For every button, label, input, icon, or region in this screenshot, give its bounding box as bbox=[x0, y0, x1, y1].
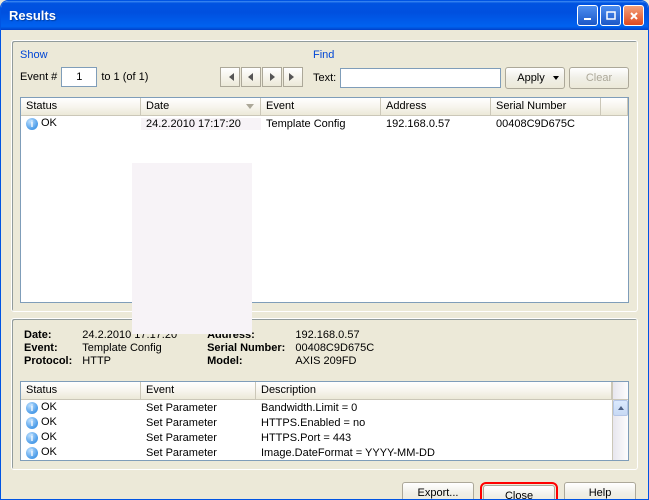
client-area: Show Event # to 1 (of 1) Fi bbox=[1, 30, 648, 500]
dcol-status[interactable]: Status bbox=[21, 382, 141, 399]
export-button[interactable]: Export... bbox=[402, 482, 474, 500]
titlebar: Results bbox=[1, 1, 648, 30]
find-group: Find Text: Apply Clear bbox=[313, 49, 629, 89]
maximize-button[interactable] bbox=[600, 5, 621, 26]
close-highlight: Close bbox=[480, 482, 558, 500]
minimize-button[interactable] bbox=[577, 5, 598, 26]
table-row[interactable]: iOKSet ParameterHTTPS.Enabled = no bbox=[21, 415, 612, 430]
find-text-label: Text: bbox=[313, 72, 336, 84]
scrollbar-head bbox=[612, 382, 628, 399]
table-row[interactable]: iOKSet ParameterHTTPS.Port = 443 bbox=[21, 430, 612, 445]
show-label: Show bbox=[20, 49, 303, 61]
scrollbar[interactable] bbox=[612, 400, 628, 460]
table-row[interactable]: iOKSet ParameterBandwidth.Limit = 0 bbox=[21, 400, 612, 415]
detail-col-1: Date:24.2.2010 17:17:20 Event:Template C… bbox=[24, 329, 177, 367]
detail-panel: Date:24.2.2010 17:17:20 Event:Template C… bbox=[11, 318, 638, 470]
detail-col-2: Address:192.168.0.57 Serial Number:00408… bbox=[207, 329, 374, 367]
prev-button[interactable] bbox=[241, 67, 261, 87]
col-address[interactable]: Address bbox=[381, 98, 491, 115]
info-icon: i bbox=[26, 432, 38, 444]
help-button[interactable]: Help bbox=[564, 482, 636, 500]
event-total-label: to 1 (of 1) bbox=[101, 71, 148, 83]
event-number-input[interactable] bbox=[61, 67, 97, 87]
col-serial[interactable]: Serial Number bbox=[491, 98, 601, 115]
show-group: Show Event # to 1 (of 1) bbox=[20, 49, 303, 89]
next-button[interactable] bbox=[262, 67, 282, 87]
table-row[interactable]: iOK 24.2.2010 17:17:20 Template Config 1… bbox=[21, 116, 628, 131]
close-button[interactable]: Close bbox=[483, 485, 555, 500]
window-title: Results bbox=[9, 8, 575, 23]
find-text-input[interactable] bbox=[340, 68, 501, 88]
event-number-label: Event # bbox=[20, 71, 57, 83]
detail-table: Status Event Description iOKSet Paramete… bbox=[20, 381, 629, 461]
clear-button[interactable]: Clear bbox=[569, 67, 629, 89]
first-button[interactable] bbox=[220, 67, 240, 87]
col-status[interactable]: Status bbox=[21, 98, 141, 115]
info-icon: i bbox=[26, 447, 38, 459]
col-date[interactable]: Date bbox=[141, 98, 261, 115]
dcol-event[interactable]: Event bbox=[141, 382, 256, 399]
table-row[interactable]: iOKSet ParameterImage.DateFormat = YYYY-… bbox=[21, 445, 612, 460]
info-icon: i bbox=[26, 402, 38, 414]
results-table: Status Date Event Address Serial Number … bbox=[20, 97, 629, 303]
apply-button[interactable]: Apply bbox=[505, 67, 565, 89]
dcol-desc[interactable]: Description bbox=[256, 382, 612, 399]
col-spacer bbox=[601, 98, 628, 115]
top-panel: Show Event # to 1 (of 1) Fi bbox=[11, 40, 638, 312]
results-window: Results Show Event # to 1 (of 1) bbox=[0, 0, 649, 500]
col-event[interactable]: Event bbox=[261, 98, 381, 115]
footer-buttons: Export... Close Help bbox=[11, 476, 638, 500]
scroll-up-icon[interactable] bbox=[613, 400, 628, 416]
close-window-button[interactable] bbox=[623, 5, 644, 26]
info-icon: i bbox=[26, 417, 38, 429]
last-button[interactable] bbox=[283, 67, 303, 87]
find-label: Find bbox=[313, 49, 629, 61]
info-icon: i bbox=[26, 118, 38, 130]
